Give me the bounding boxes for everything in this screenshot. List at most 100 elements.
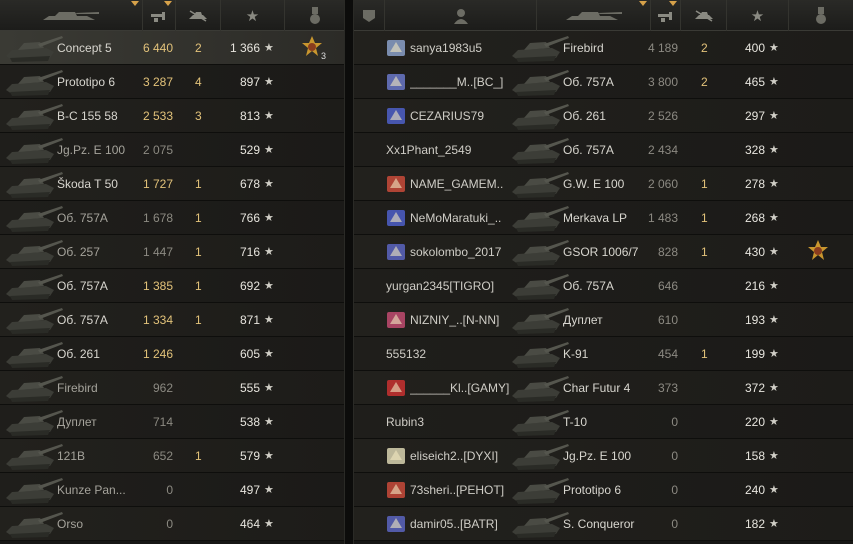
kills-value bbox=[701, 99, 721, 133]
table-row[interactable]: ______Kl..[GAMY] Char Futur 4 373 372 ★ bbox=[354, 371, 853, 405]
right-col-medal[interactable] bbox=[788, 0, 853, 31]
table-row[interactable]: B-C 155 58 2 533 3 813 ★ bbox=[0, 99, 344, 133]
xp-value: 465 bbox=[744, 75, 765, 89]
table-row[interactable]: Firebird 962 555 ★ bbox=[0, 371, 344, 405]
table-row[interactable]: Concept 5 6 440 2 1 366 ★ 3 bbox=[0, 31, 344, 65]
damage-value: 1 385 bbox=[142, 279, 173, 293]
table-row[interactable]: sokolombo_2017 GSOR 1006/7 828 1 430 ★ bbox=[354, 235, 853, 269]
medal-icon bbox=[309, 6, 320, 24]
right-team-panel: ★ sanya1983u5 Firebird 4 189 2 400 ★ ___… bbox=[354, 0, 853, 544]
table-row[interactable]: Jg.Pz. E 100 2 075 529 ★ bbox=[0, 133, 344, 167]
left-col-damage[interactable] bbox=[142, 0, 175, 31]
tank-icon bbox=[508, 202, 570, 234]
table-row[interactable]: 121B 652 1 579 ★ bbox=[0, 439, 344, 473]
table-row[interactable]: eliseich2..[DYXI] Jg.Pz. E 100 0 158 ★ bbox=[354, 439, 853, 473]
table-row[interactable]: sanya1983u5 Firebird 4 189 2 400 ★ bbox=[354, 31, 853, 65]
xp-value: 897 bbox=[239, 75, 260, 89]
damage-value: 1 334 bbox=[142, 313, 173, 327]
tank-icon bbox=[2, 440, 64, 472]
table-row[interactable]: Škoda T 50 1 727 1 678 ★ bbox=[0, 167, 344, 201]
tank-silhouette-icon bbox=[512, 308, 569, 334]
xp-value: 529 bbox=[239, 143, 260, 157]
kills-value bbox=[701, 269, 721, 303]
table-row[interactable]: 73sheri..[PEHOT] Prototipo 6 0 240 ★ bbox=[354, 473, 853, 507]
damage-icon bbox=[151, 11, 165, 22]
table-row[interactable]: Orso 0 464 ★ bbox=[0, 507, 344, 541]
right-col-kills[interactable] bbox=[680, 0, 726, 31]
damage-value: 0 bbox=[671, 517, 678, 531]
tank-silhouette-icon bbox=[6, 274, 63, 300]
table-row[interactable]: Об. 757А 1 334 1 871 ★ bbox=[0, 303, 344, 337]
xp-value: 497 bbox=[239, 483, 260, 497]
xp-star-icon: ★ bbox=[264, 246, 274, 258]
xp-star-icon: ★ bbox=[769, 484, 779, 496]
right-col-damage[interactable] bbox=[650, 0, 680, 31]
tank-silhouette-icon bbox=[6, 240, 63, 266]
table-row[interactable]: 555132 K-91 454 1 199 ★ bbox=[354, 337, 853, 371]
xp-star-icon: ★ bbox=[769, 144, 779, 156]
left-col-medal[interactable] bbox=[284, 0, 344, 31]
clan-emblem-icon bbox=[386, 73, 406, 91]
xp-value: 240 bbox=[744, 483, 765, 497]
table-row[interactable]: Prototipo 6 3 287 4 897 ★ bbox=[0, 65, 344, 99]
left-col-tank[interactable] bbox=[0, 0, 142, 31]
kills-value: 1 bbox=[195, 449, 202, 463]
left-header: ★ bbox=[0, 0, 344, 31]
left-col-xp[interactable]: ★ bbox=[220, 0, 284, 31]
xp-value: 579 bbox=[239, 449, 260, 463]
damage-value: 1 246 bbox=[142, 347, 173, 361]
tank-silhouette-icon bbox=[512, 36, 569, 62]
table-row[interactable]: NeMoMaratuki_.. Merkava LP 1 483 1 268 ★ bbox=[354, 201, 853, 235]
kills-value bbox=[701, 133, 721, 167]
table-row[interactable]: Kunze Pan... 0 497 ★ bbox=[0, 473, 344, 507]
tank-icon bbox=[508, 440, 570, 472]
tank-silhouette-icon bbox=[512, 172, 569, 198]
tank-icon bbox=[2, 474, 64, 506]
tank-icon bbox=[508, 32, 570, 64]
left-rows: Concept 5 6 440 2 1 366 ★ 3 Prototipo 6 … bbox=[0, 31, 344, 541]
table-row[interactable]: Об. 757А 1 678 1 766 ★ bbox=[0, 201, 344, 235]
table-row[interactable]: Xx1Phant_2549 Об. 757А 2 434 328 ★ bbox=[354, 133, 853, 167]
right-col-clan[interactable] bbox=[354, 0, 384, 31]
right-col-tank[interactable] bbox=[536, 0, 650, 31]
kills-value bbox=[195, 405, 215, 439]
kills-value bbox=[701, 371, 721, 405]
tank-silhouette-icon bbox=[6, 342, 63, 368]
table-row[interactable]: CEZARIUS79 Об. 261 2 526 297 ★ bbox=[354, 99, 853, 133]
medal-award-icon[interactable] bbox=[806, 239, 830, 265]
damage-value: 6 440 bbox=[142, 41, 173, 55]
tank-silhouette-icon bbox=[512, 274, 569, 300]
table-row[interactable]: _______M..[BC_] Об. 757А 3 800 2 465 ★ bbox=[354, 65, 853, 99]
medal-award-icon[interactable]: 3 bbox=[300, 35, 326, 61]
tank-icon bbox=[508, 100, 570, 132]
table-row[interactable]: Rubin3 T-10 0 220 ★ bbox=[354, 405, 853, 439]
tank-silhouette-icon bbox=[6, 70, 63, 96]
xp-star-icon: ★ bbox=[769, 246, 779, 258]
kills-value: 1 bbox=[701, 211, 708, 225]
xp-value: 813 bbox=[239, 109, 260, 123]
table-row[interactable]: NAME_GAMEM.. G.W. E 100 2 060 1 278 ★ bbox=[354, 167, 853, 201]
table-row[interactable]: NIZNIY_..[N-NN] Дуплет 610 193 ★ bbox=[354, 303, 853, 337]
table-row[interactable]: Об. 757А 1 385 1 692 ★ bbox=[0, 269, 344, 303]
clan-emblem-icon bbox=[386, 175, 406, 193]
kills-value bbox=[195, 371, 215, 405]
left-col-kills[interactable] bbox=[175, 0, 220, 31]
table-row[interactable]: Об. 261 1 246 605 ★ bbox=[0, 337, 344, 371]
tank-icon bbox=[508, 474, 570, 506]
xp-value: 328 bbox=[744, 143, 765, 157]
right-col-xp[interactable]: ★ bbox=[726, 0, 788, 31]
tank-silhouette-icon bbox=[6, 104, 63, 130]
table-row[interactable]: damir05..[BATR] S. Conqueror 0 182 ★ bbox=[354, 507, 853, 541]
medal-icon bbox=[816, 6, 826, 24]
damage-value: 0 bbox=[166, 517, 173, 531]
tank-icon bbox=[508, 508, 570, 540]
table-row[interactable]: yurgan2345[TIGRO] Об. 757А 646 216 ★ bbox=[354, 269, 853, 303]
tank-icon bbox=[43, 11, 99, 20]
tank-silhouette-icon bbox=[6, 410, 63, 436]
right-col-player[interactable] bbox=[384, 0, 536, 31]
tank-icon bbox=[2, 406, 64, 438]
damage-value: 714 bbox=[152, 415, 173, 429]
table-row[interactable]: Дуплет 714 538 ★ bbox=[0, 405, 344, 439]
tank-silhouette-icon bbox=[512, 342, 569, 368]
table-row[interactable]: Об. 257 1 447 1 716 ★ bbox=[0, 235, 344, 269]
